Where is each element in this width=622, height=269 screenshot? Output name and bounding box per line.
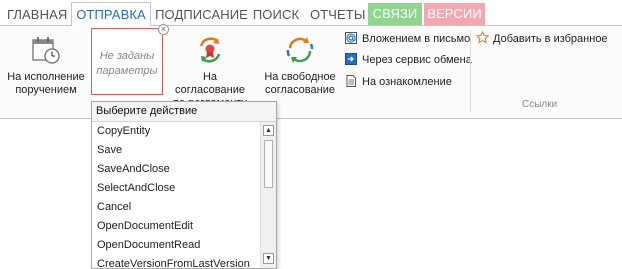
tab-home[interactable]: ГЛАВНАЯ (7, 4, 67, 25)
ribbon-tab-strip: ГЛАВНАЯ ОТПРАВКА ПОДПИСАНИЕ ПОИСК ОТЧЕТЫ… (0, 2, 622, 26)
tab-search[interactable]: ПОИСК (251, 4, 301, 25)
execute-order-label: На исполнение поручением (7, 71, 85, 96)
cycle-seal-icon (194, 34, 226, 66)
for-review-button[interactable]: На ознакомление (345, 73, 452, 91)
tab-links[interactable]: СВЯЗИ (368, 3, 422, 25)
execute-order-button[interactable]: На исполнение поручением (6, 31, 86, 99)
exchange-service-label: Через сервис обмена (362, 54, 472, 66)
add-to-favorites-button[interactable]: Добавить в избранное (475, 30, 608, 48)
approve-free-button[interactable]: На свободное согласование (260, 31, 340, 99)
tab-signing[interactable]: ПОДПИСАНИЕ (155, 4, 248, 25)
tab-send[interactable]: ОТПРАВКА (71, 2, 151, 26)
attach-to-letter-label: Вложением в письмо (362, 33, 471, 45)
scroll-up-icon[interactable]: ▲ (263, 125, 274, 136)
list-item[interactable]: Cancel (92, 198, 260, 217)
approve-free-label: На свободное согласование (264, 71, 336, 96)
document-icon (345, 75, 357, 87)
attach-to-letter-button[interactable]: Вложением в письмо (345, 30, 470, 48)
scroll-thumb[interactable] (264, 140, 273, 188)
approve-regulation-button[interactable]: На согласование по регламенту (168, 31, 252, 109)
tab-versions[interactable]: ВЕРСИИ (424, 3, 485, 25)
tab-reports[interactable]: ОТЧЕТЫ (310, 4, 365, 25)
dropdown-header: Выберите действие (92, 102, 276, 122)
list-item[interactable]: CreateVersionFromLastVersion (92, 255, 260, 268)
list-item[interactable]: CopyEntity (92, 122, 260, 141)
action-list: CopyEntity Save SaveAndClose SelectAndCl… (92, 122, 260, 268)
add-to-favorites-label: Добавить в избранное (493, 33, 608, 45)
list-item[interactable]: Save (92, 141, 260, 160)
params-placeholder[interactable]: Не заданы параметры (91, 28, 163, 95)
exchange-icon (345, 53, 357, 65)
action-dropdown[interactable]: Выберите действие CopyEntity Save SaveAn… (91, 101, 277, 269)
exchange-service-button[interactable]: Через сервис обмена (345, 51, 472, 69)
at-mail-icon (345, 32, 357, 44)
calendar-clock-icon (30, 34, 62, 66)
scrollbar[interactable]: ▲ ▼ (260, 122, 276, 268)
list-item[interactable]: OpenDocumentRead (92, 236, 260, 255)
star-icon (475, 30, 490, 44)
scroll-down-icon[interactable]: ▼ (263, 253, 274, 264)
group-divider (470, 30, 471, 112)
for-review-label: На ознакомление (362, 76, 452, 88)
links-group-label: Ссылки (522, 99, 558, 110)
list-item[interactable]: SelectAndClose (92, 179, 260, 198)
cycle-arrows-icon (284, 34, 316, 66)
list-item[interactable]: SaveAndClose (92, 160, 260, 179)
list-item[interactable]: OpenDocumentEdit (92, 217, 260, 236)
